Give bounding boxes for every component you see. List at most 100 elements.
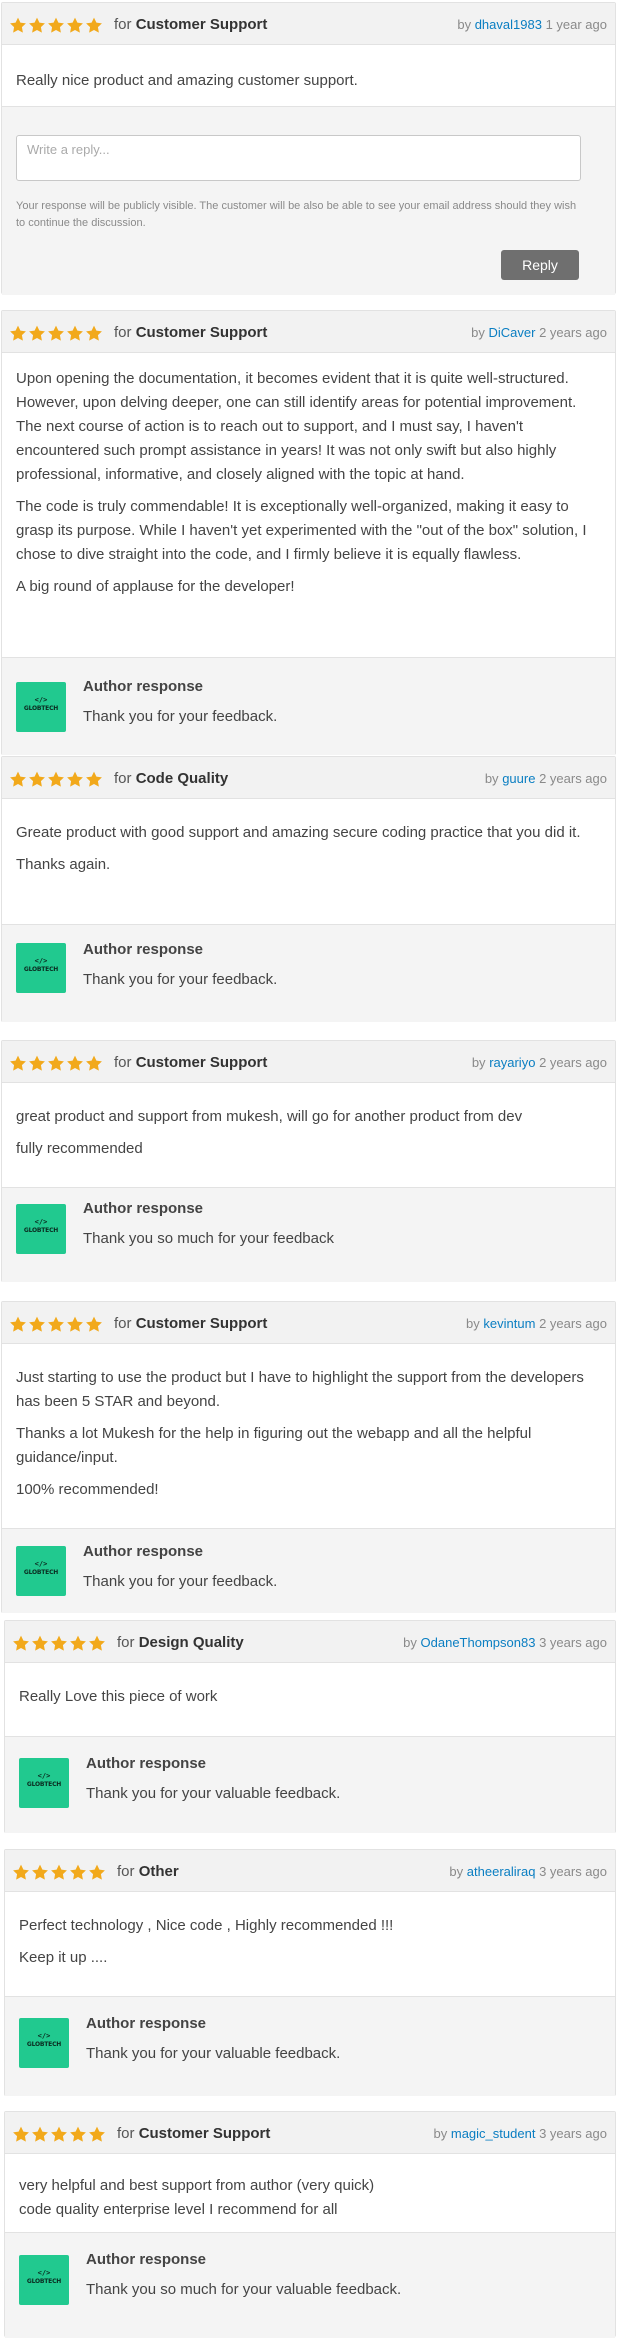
username-link[interactable]: rayariyo [489, 1055, 535, 1070]
review-category: for Customer Support [114, 324, 268, 341]
review-body: great product and support from mukesh, w… [2, 1083, 615, 1161]
review-header: for Customer Support by rayariyo 2 years… [2, 1041, 615, 1083]
review-category: for Customer Support [114, 1054, 268, 1071]
star-icon [29, 771, 45, 787]
star-icon [32, 1635, 48, 1651]
star-rating [9, 1055, 104, 1071]
username-link[interactable]: magic_student [451, 2126, 536, 2141]
review-text: Perfect technology , Nice code , Highly … [19, 1917, 394, 1934]
star-rating [12, 1864, 107, 1880]
star-icon [13, 1864, 29, 1880]
star-icon [86, 325, 102, 341]
star-icon [10, 1316, 26, 1332]
review-card: for Design Quality by OdaneThompson83 3 … [4, 1620, 616, 1833]
star-icon [67, 17, 83, 33]
review-text: very helpful and best support from autho… [19, 2177, 375, 2218]
author-response-text: Thank you for your valuable feedback. [86, 1785, 341, 1802]
star-icon [29, 1055, 45, 1071]
username-link[interactable]: kevintum [483, 1316, 535, 1331]
username-link[interactable]: DiCaver [488, 325, 535, 340]
review-category: for Other [117, 1863, 179, 1880]
star-icon [86, 771, 102, 787]
review-body: Just starting to use the product but I h… [2, 1344, 615, 1502]
username-link[interactable]: atheeraliraq [467, 1864, 536, 1879]
author-avatar: </> GLOBTECH [16, 1546, 66, 1596]
star-icon [13, 1635, 29, 1651]
review-card: for Customer Support by kevintum 2 years… [1, 1301, 616, 1613]
star-rating [12, 2126, 107, 2142]
author-response-label: Author response [86, 2251, 207, 2268]
star-icon [86, 1055, 102, 1071]
star-icon [51, 1635, 67, 1651]
star-icon [10, 17, 26, 33]
review-header: for Other by atheeraliraq 3 years ago [5, 1850, 615, 1892]
code-icon: </> [37, 2032, 51, 2040]
author-avatar: </> GLOBTECH [16, 943, 66, 993]
star-rating [9, 325, 104, 341]
author-response-text: Thank you so much for your feedback [83, 1230, 334, 1247]
author-response: </> GLOBTECH Author response Thank you so… [5, 2232, 615, 2338]
review-author: by OdaneThompson83 3 years ago [403, 1635, 607, 1650]
review-card: for Customer Support by rayariyo 2 years… [1, 1040, 616, 1282]
star-icon [70, 2126, 86, 2142]
author-response-label: Author response [86, 1755, 207, 1772]
review-card: for Other by atheeraliraq 3 years ago Pe… [4, 1849, 616, 2096]
code-icon: </> [34, 696, 48, 704]
star-icon [10, 771, 26, 787]
code-icon: </> [37, 1772, 51, 1780]
username-link[interactable]: guure [502, 771, 535, 786]
review-text: Keep it up .... [19, 1949, 108, 1966]
author-avatar: </> GLOBTECH [19, 1758, 69, 1808]
reply-visibility-note: Your response will be publicly visible. … [16, 200, 577, 229]
review-text: Really nice product and amazing customer… [16, 72, 358, 89]
review-header: for Customer Support by dhaval1983 1 yea… [2, 3, 615, 45]
reply-form: Your response will be publicly visible. … [2, 106, 615, 295]
review-author: by magic_student 3 years ago [433, 2126, 607, 2141]
review-author: by guure 2 years ago [484, 771, 607, 786]
author-response-text: Thank you for your feedback. [83, 1573, 278, 1590]
author-response-text: Thank you for your feedback. [83, 708, 278, 725]
author-response-label: Author response [83, 941, 204, 958]
star-icon [32, 2126, 48, 2142]
review-body: Upon opening the documentation, it becom… [2, 353, 615, 599]
star-icon [32, 1864, 48, 1880]
author-response-text: Thank you for your feedback. [83, 971, 278, 988]
star-icon [48, 771, 64, 787]
review-card: for Customer Support by DiCaver 2 years … [1, 310, 616, 755]
star-icon [29, 1316, 45, 1332]
author-response-text: Thank you so much for your valuable feed… [86, 2281, 402, 2298]
star-icon [51, 2126, 67, 2142]
star-icon [10, 1055, 26, 1071]
review-category: for Design Quality [117, 1634, 244, 1651]
star-icon [67, 771, 83, 787]
review-card: for Customer Support by dhaval1983 1 yea… [1, 2, 616, 295]
author-response-label: Author response [83, 1543, 204, 1560]
star-rating [9, 771, 104, 787]
author-response: </> GLOBTECH Author response Thank you fo… [5, 1996, 615, 2096]
review-text: Thanks again. [16, 856, 111, 873]
author-avatar: </> GLOBTECH [19, 2255, 69, 2305]
review-card: for Customer Support by magic_student 3 … [4, 2111, 616, 2338]
star-icon [29, 325, 45, 341]
reply-button[interactable]: Reply [501, 250, 579, 280]
review-header: for Customer Support by kevintum 2 years… [2, 1302, 615, 1344]
username-link[interactable]: OdaneThompson83 [421, 1635, 536, 1650]
review-header: for Design Quality by OdaneThompson83 3 … [5, 1621, 615, 1663]
review-text: Thanks a lot Mukesh for the help in figu… [16, 1425, 532, 1466]
review-header: for Customer Support by DiCaver 2 years … [2, 311, 615, 353]
reply-input[interactable] [16, 135, 581, 181]
star-icon [48, 1055, 64, 1071]
username-link[interactable]: dhaval1983 [475, 17, 542, 32]
review-author: by DiCaver 2 years ago [471, 325, 607, 340]
review-category: for Customer Support [114, 1315, 268, 1332]
author-response: </> GLOBTECH Author response Thank you fo… [2, 657, 615, 755]
review-author: by dhaval1983 1 year ago [457, 17, 607, 32]
author-avatar: </> GLOBTECH [16, 682, 66, 732]
star-icon [48, 1316, 64, 1332]
star-icon [67, 1316, 83, 1332]
review-header: for Customer Support by magic_student 3 … [5, 2112, 615, 2154]
author-response: </> GLOBTECH Author response Thank you so… [2, 1187, 615, 1282]
author-response-text: Thank you for your valuable feedback. [86, 2045, 341, 2062]
star-rating [9, 17, 104, 33]
review-body: Greate product with good support and ama… [2, 799, 615, 877]
